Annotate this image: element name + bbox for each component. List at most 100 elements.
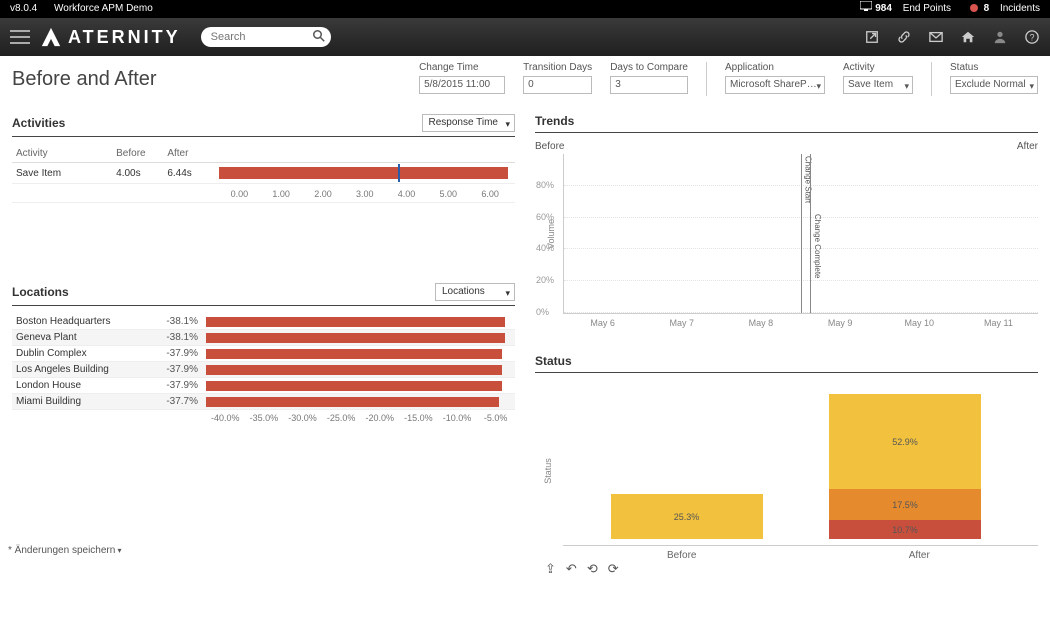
- incidents-label: Incidents: [1000, 3, 1040, 14]
- location-name: London House: [12, 378, 152, 394]
- activity-before: 4.00s: [112, 163, 163, 184]
- location-bar: [206, 349, 502, 359]
- user-icon[interactable]: [992, 29, 1008, 45]
- table-row[interactable]: Boston Headquarters-38.1%: [12, 314, 515, 330]
- location-pct: -37.9%: [152, 346, 202, 362]
- change-complete-line: [810, 154, 811, 313]
- filter-bar: Change Time 5/8/2015 11:00 Transition Da…: [419, 62, 1038, 96]
- mail-icon[interactable]: [928, 29, 944, 45]
- search-box[interactable]: [201, 27, 331, 47]
- locations-title: Locations: [12, 285, 69, 299]
- col-after[interactable]: After: [163, 145, 214, 163]
- filter-status: Status Exclude Normal: [950, 62, 1038, 96]
- trends-before-label: Before: [535, 141, 1017, 152]
- filter-days-to-compare: Days to Compare 3: [610, 62, 688, 96]
- svg-text:?: ?: [1030, 33, 1035, 43]
- page-title: Before and After: [12, 62, 157, 91]
- location-name: Miami Building: [12, 394, 152, 410]
- incidents-count: 8: [984, 3, 990, 14]
- refresh-icon[interactable]: ⟳: [608, 561, 619, 577]
- menu-button[interactable]: [10, 30, 30, 44]
- export-icon[interactable]: [864, 29, 880, 45]
- trends-chart[interactable]: Volume 0% 20% 40% 60% 80%: [563, 154, 1038, 314]
- location-bar: [206, 333, 505, 343]
- activities-axis: 0.001.002.003.004.005.006.00: [219, 189, 511, 199]
- change-time-input[interactable]: 5/8/2015 11:00: [419, 76, 505, 94]
- status-after-yellow: 52.9%: [829, 437, 981, 447]
- location-name: Boston Headquarters: [12, 314, 152, 330]
- alert-icon: [970, 4, 978, 12]
- endpoints-label: End Points: [903, 3, 951, 14]
- status-before-yellow: 25.3%: [611, 512, 763, 522]
- status-bar-before: 25.3%: [611, 494, 763, 539]
- location-bar: [206, 365, 502, 375]
- trends-title: Trends: [535, 114, 574, 128]
- location-pct: -37.7%: [152, 394, 202, 410]
- table-row[interactable]: London House-37.9%: [12, 378, 515, 394]
- filter-transition-days: Transition Days 0: [523, 62, 592, 96]
- endpoints-indicator[interactable]: 984 End Points: [860, 3, 953, 14]
- filter-change-time: Change Time 5/8/2015 11:00: [419, 62, 505, 96]
- location-bar: [206, 317, 505, 327]
- location-bar: [206, 397, 499, 407]
- location-pct: -37.9%: [152, 362, 202, 378]
- table-row[interactable]: Dublin Complex-37.9%: [12, 346, 515, 362]
- table-row[interactable]: Los Angeles Building-37.9%: [12, 362, 515, 378]
- filter-label: Status: [950, 62, 1038, 73]
- footer-save-changes[interactable]: * Änderungen speichern: [8, 545, 122, 556]
- location-name: Dublin Complex: [12, 346, 152, 362]
- trends-section: Trends Before After Volume 0% 20% 40% 60…: [535, 114, 1038, 328]
- incidents-indicator[interactable]: 8 Incidents: [962, 3, 1040, 14]
- status-after-orange: 17.5%: [829, 500, 981, 510]
- days-to-compare-input[interactable]: 3: [610, 76, 688, 94]
- logo-icon: [40, 26, 62, 48]
- help-icon[interactable]: ?: [1024, 29, 1040, 45]
- location-pct: -38.1%: [152, 314, 202, 330]
- filter-label: Change Time: [419, 62, 505, 73]
- status-bar-after: 52.9% 17.5% 10.7%: [829, 394, 981, 539]
- status-select[interactable]: Exclude Normal: [950, 76, 1038, 94]
- activities-title: Activities: [12, 116, 65, 130]
- endpoints-count: 984: [875, 3, 892, 14]
- status-title: Status: [535, 354, 572, 368]
- undo-icon[interactable]: ↶: [566, 561, 577, 577]
- status-x-after: After: [801, 546, 1039, 561]
- trends-xaxis: May 6May 7May 8May 9May 10May 11: [563, 318, 1038, 328]
- locations-table: Boston Headquarters-38.1%Geneva Plant-38…: [12, 314, 515, 410]
- monitor-icon: [860, 1, 872, 11]
- status-xaxis: Before After: [563, 545, 1038, 561]
- filter-label: Days to Compare: [610, 62, 688, 73]
- col-activity[interactable]: Activity: [12, 145, 112, 163]
- table-row[interactable]: Geneva Plant-38.1%: [12, 330, 515, 346]
- home-icon[interactable]: [960, 29, 976, 45]
- status-x-before: Before: [563, 546, 801, 561]
- brand-logo[interactable]: ATERNITY: [40, 26, 181, 48]
- status-chart[interactable]: Status 25.3% 52.9% 17.5% 10.7% Before Af…: [563, 381, 1038, 561]
- filter-application: Application Microsoft ShareP…: [725, 62, 825, 96]
- status-ylabel: Status: [543, 458, 553, 484]
- activity-select[interactable]: Save Item: [843, 76, 913, 94]
- locations-select[interactable]: Locations: [435, 283, 515, 301]
- status-after-red: 10.7%: [829, 525, 981, 535]
- search-input[interactable]: [201, 27, 331, 47]
- application-select[interactable]: Microsoft ShareP…: [725, 76, 825, 94]
- table-row[interactable]: Miami Building-37.7%: [12, 394, 515, 410]
- filter-label: Application: [725, 62, 825, 73]
- main-nav: ATERNITY ?: [0, 18, 1050, 56]
- transition-days-input[interactable]: 0: [523, 76, 592, 94]
- brand-text: ATERNITY: [68, 27, 181, 48]
- table-row[interactable]: Save Item 4.00s 6.44s: [12, 163, 515, 184]
- col-before[interactable]: Before: [112, 145, 163, 163]
- link-icon[interactable]: [896, 29, 912, 45]
- activities-metric-select[interactable]: Response Time: [422, 114, 515, 132]
- export-chart-icon[interactable]: ⇪: [545, 561, 556, 577]
- change-start-line: [801, 154, 802, 313]
- filter-label: Activity: [843, 62, 913, 73]
- reset-icon[interactable]: ⟲: [587, 561, 598, 577]
- activities-table: Activity Before After Save Item 4.00s 6.…: [12, 145, 515, 203]
- separator: [931, 62, 932, 96]
- activity-after: 6.44s: [163, 163, 214, 184]
- search-icon[interactable]: [313, 30, 325, 45]
- status-section: Status Status 25.3% 52.9% 17.5% 10.7% Be…: [535, 354, 1038, 577]
- locations-section: Locations Locations Boston Headquarters-…: [12, 283, 515, 423]
